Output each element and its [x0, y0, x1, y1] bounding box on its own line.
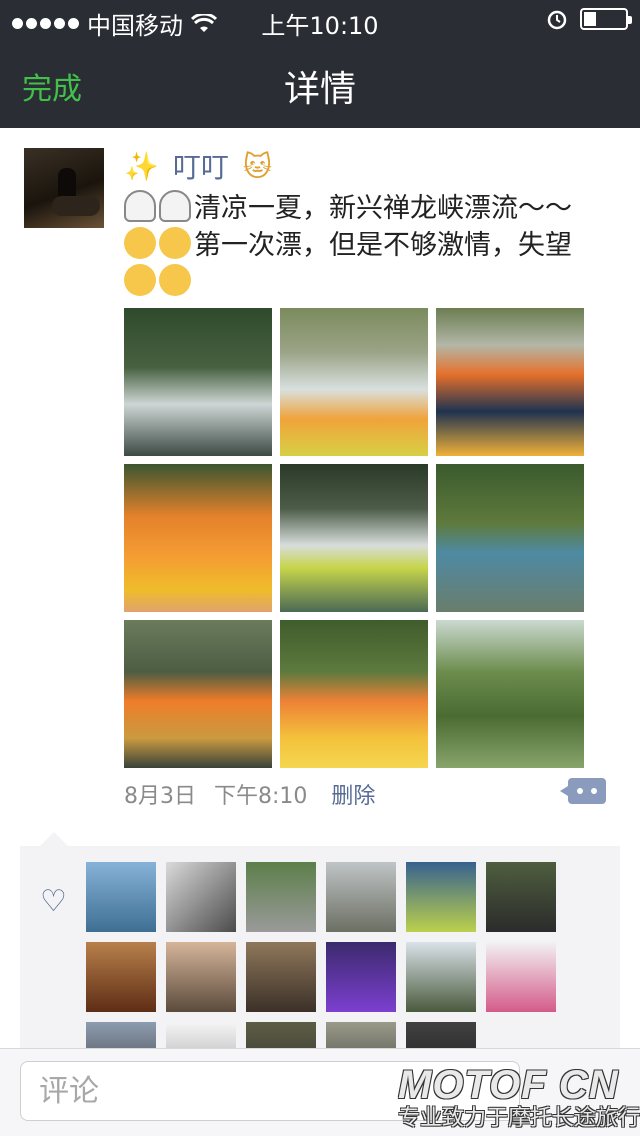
delete-button[interactable]: 删除 — [331, 778, 375, 810]
liker-avatars — [86, 862, 556, 1048]
pensive-emoji-icon — [159, 227, 191, 259]
liker-avatar[interactable] — [166, 862, 236, 932]
post-text-line1: 清凉一夏，新兴禅龙峡漂流～～ — [194, 193, 572, 224]
likes-section: ♡ — [20, 832, 620, 1048]
liker-avatar[interactable] — [86, 942, 156, 1012]
watermark-brand: MOTOF CN — [398, 1063, 619, 1107]
photo-thumbnail[interactable] — [124, 464, 272, 612]
pensive-emoji-icon — [124, 227, 156, 259]
photo-thumbnail[interactable] — [124, 308, 272, 456]
liker-avatar[interactable] — [406, 942, 476, 1012]
liker-avatar[interactable] — [326, 942, 396, 1012]
liker-avatar[interactable] — [166, 942, 236, 1012]
photo-thumbnail[interactable] — [124, 620, 272, 768]
author-avatar[interactable] — [24, 148, 104, 228]
author-name[interactable]: 叮叮 — [173, 146, 229, 186]
sparkle-icon: ✨ — [124, 149, 159, 183]
clock: 上午10:10 — [261, 12, 379, 40]
disappointed-emoji-icon — [159, 264, 191, 296]
cat-face-icon: 🐱 — [242, 149, 273, 183]
liker-avatar[interactable] — [486, 942, 556, 1012]
liker-avatar[interactable] — [246, 1022, 316, 1048]
photo-thumbnail[interactable] — [436, 464, 584, 612]
watermark-logo: MOTOF CN 专业致力于摩托长途旅行 — [398, 1064, 640, 1136]
post-text: 清凉一夏，新兴禅龙峡漂流～～ 第一次漂，但是不够激情，失望 — [124, 190, 604, 301]
liker-avatar[interactable] — [486, 862, 556, 932]
photo-thumbnail[interactable] — [280, 464, 428, 612]
author-row: ✨ 叮叮 🐱 — [124, 146, 272, 186]
heart-icon: ♡ — [40, 884, 67, 919]
liker-avatar[interactable] — [326, 862, 396, 932]
liker-avatar[interactable] — [406, 862, 476, 932]
status-bar: 中国移动 上午10:10 — [0, 0, 640, 40]
alarm-icon — [547, 10, 567, 30]
status-right — [546, 8, 632, 30]
battery-icon — [580, 8, 632, 30]
post-time: 下午8:10 — [214, 784, 308, 809]
post-text-line2: 第一次漂，但是不够激情，失望 — [194, 230, 572, 261]
post-meta: 8月3日 下午8:10 删除 — [124, 778, 375, 810]
post-date: 8月3日 — [124, 784, 196, 809]
watermark-slogan: 专业致力于摩托长途旅行 — [398, 1106, 640, 1131]
liker-avatar[interactable] — [86, 862, 156, 932]
liker-avatar[interactable] — [406, 1022, 476, 1048]
liker-avatar[interactable] — [246, 862, 316, 932]
liker-avatar[interactable] — [166, 1022, 236, 1048]
photo-thumbnail[interactable] — [280, 620, 428, 768]
post-detail: ✨ 叮叮 🐱 清凉一夏，新兴禅龙峡漂流～～ 第一次漂，但是不够激情，失望 8月3… — [0, 128, 640, 1048]
liker-avatar[interactable] — [246, 942, 316, 1012]
photo-thumbnail[interactable] — [280, 308, 428, 456]
ghost-emoji-icon — [159, 190, 191, 222]
page-title: 详情 — [283, 69, 356, 110]
ghost-emoji-icon — [124, 190, 156, 222]
nav-bar: 完成 详情 — [0, 40, 640, 128]
liker-avatar[interactable] — [86, 1022, 156, 1048]
photo-thumbnail[interactable] — [436, 308, 584, 456]
disappointed-emoji-icon — [124, 264, 156, 296]
liker-avatar[interactable] — [326, 1022, 396, 1048]
photo-grid — [124, 308, 584, 768]
comment-action-button[interactable] — [560, 778, 606, 804]
photo-thumbnail[interactable] — [436, 620, 584, 768]
